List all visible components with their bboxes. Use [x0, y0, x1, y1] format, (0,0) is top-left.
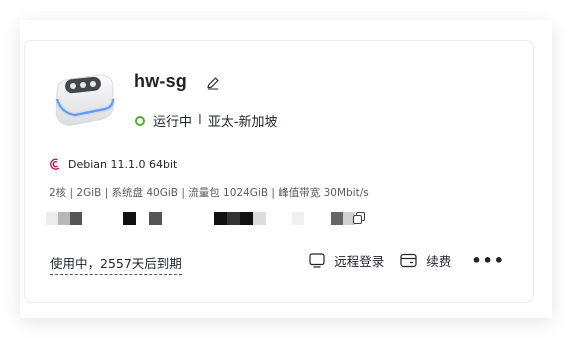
card-actions: 远程登录 续费 ••• [293, 251, 505, 270]
instance-name: hw-sg [134, 71, 187, 91]
renew-button[interactable]: 续费 [400, 251, 451, 270]
redacted-ip-address [46, 212, 376, 226]
instance-specs: 2核 | 2GiB | 系统盘 40GiB | 流量包 1024GiB | 峰值… [49, 187, 369, 199]
wallet-icon [400, 253, 417, 268]
pencil-icon[interactable] [205, 75, 221, 91]
remote-login-button[interactable]: 远程登录 [309, 251, 384, 270]
copy-icon[interactable] [352, 211, 366, 225]
region-text: 亚太-新加坡 [207, 115, 278, 130]
status-indicator-icon [135, 115, 145, 126]
remote-login-label: 远程登录 [334, 254, 385, 269]
renew-label: 续费 [426, 254, 452, 269]
os-info: Debian 11.1.0 64bit [50, 158, 177, 171]
expiry-status-link[interactable]: 使用中，2557天后到期 [50, 253, 182, 275]
status-separator: I [198, 113, 202, 128]
server-device-icon [54, 74, 116, 126]
instance-card: hw-sg 运行中 I 亚太-新加坡 Debian 11.1.0 64bit 2… [24, 40, 534, 303]
status-text: 运行中 [153, 115, 193, 130]
os-text: Debian 11.1.0 64bit [68, 158, 178, 171]
instance-status: 运行中 I 亚太-新加坡 [135, 111, 278, 130]
monitor-icon [309, 253, 325, 268]
debian-logo-icon [50, 158, 60, 170]
more-options-button[interactable]: ••• [471, 251, 505, 270]
